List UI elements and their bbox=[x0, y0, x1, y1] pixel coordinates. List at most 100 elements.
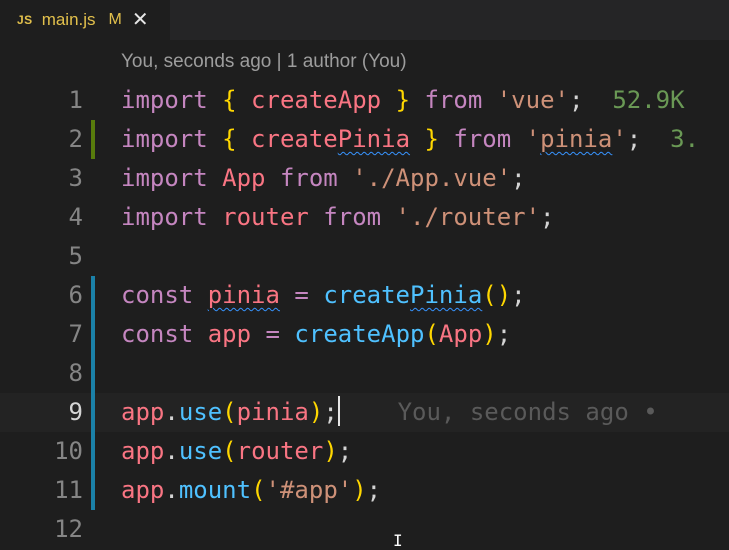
code-token: . bbox=[164, 476, 179, 504]
code-token: pinia bbox=[540, 125, 613, 153]
code-token: use bbox=[178, 437, 223, 465]
line-number: 7 bbox=[68, 320, 83, 348]
line-number: 8 bbox=[68, 359, 83, 387]
code-token: import bbox=[121, 164, 208, 192]
code-token: ) bbox=[496, 281, 512, 309]
tab-filename: main.js bbox=[41, 10, 96, 29]
code-token: router bbox=[207, 203, 324, 231]
code-line[interactable]: 6 const pinia = createPinia(); bbox=[0, 276, 729, 315]
code-text[interactable]: app.mount('#app'); bbox=[121, 471, 381, 510]
code-token: app bbox=[121, 398, 165, 426]
tab-main-js[interactable]: JS main.js M ✕ bbox=[0, 0, 170, 40]
code-line[interactable]: 3 import App from './App.vue'; bbox=[0, 159, 729, 198]
code-token: app bbox=[121, 476, 165, 504]
code-line[interactable]: 9 app.use(pinia); You, seconds ago • bbox=[0, 393, 729, 432]
code-text[interactable]: import { createApp } from 'vue'; 52.9K bbox=[121, 81, 685, 120]
code-token: const bbox=[121, 281, 194, 309]
code-token: app bbox=[207, 320, 252, 348]
code-token: app bbox=[121, 437, 165, 465]
code-token: create bbox=[236, 125, 338, 153]
code-text[interactable]: app.use(pinia); You, seconds ago • bbox=[121, 393, 658, 432]
inline-blame-spacer bbox=[340, 398, 398, 426]
code-token: router bbox=[236, 437, 324, 465]
code-token: from bbox=[323, 203, 382, 231]
code-line[interactable]: 10 app.use(router); bbox=[0, 432, 729, 471]
code-token: create bbox=[323, 281, 411, 309]
line-number: 12 bbox=[54, 515, 83, 543]
code-token: use bbox=[178, 398, 223, 426]
code-token: ; bbox=[511, 164, 526, 192]
code-token: { bbox=[222, 125, 237, 153]
code-token: from bbox=[453, 125, 512, 153]
code-token: ; bbox=[496, 320, 512, 348]
line-number: 3 bbox=[68, 164, 83, 192]
modified-indicator: M bbox=[108, 11, 122, 28]
code-token: } bbox=[424, 125, 439, 153]
code-line[interactable]: 11 app.mount('#app'); bbox=[0, 471, 729, 510]
inline-blame: You, seconds ago • bbox=[397, 398, 658, 426]
code-token: . bbox=[164, 437, 179, 465]
code-token: App bbox=[207, 164, 280, 192]
line-number: 2 bbox=[68, 125, 83, 153]
code-text[interactable]: import router from './router'; bbox=[121, 198, 555, 237]
code-line[interactable]: 7 const app = createApp(App); bbox=[0, 315, 729, 354]
code-token: ( bbox=[222, 398, 237, 426]
code-token: Pinia bbox=[410, 281, 483, 309]
code-token: 3. bbox=[641, 125, 700, 153]
code-token: ; bbox=[511, 281, 526, 309]
code-text[interactable]: app.use(router); bbox=[121, 432, 352, 471]
code-token: import bbox=[121, 86, 208, 114]
line-number: 9 bbox=[68, 398, 83, 426]
code-line[interactable]: 2 import { createPinia } from 'pinia'; 3. bbox=[0, 120, 729, 159]
gutter-modified-bar bbox=[91, 276, 95, 510]
code-token: './App.vue' bbox=[352, 164, 512, 192]
code-token: ' bbox=[525, 125, 541, 153]
code-token: ( bbox=[482, 281, 497, 309]
code-token: = bbox=[294, 281, 309, 309]
code-text[interactable]: const pinia = createPinia(); bbox=[121, 276, 526, 315]
code-line[interactable]: 12 bbox=[0, 510, 729, 549]
line-number: 10 bbox=[54, 437, 83, 465]
code-token: './router' bbox=[395, 203, 541, 231]
code-line[interactable]: 5 bbox=[0, 237, 729, 276]
code-token: ( bbox=[424, 320, 439, 348]
close-icon[interactable]: ✕ bbox=[132, 10, 149, 30]
code-token: ; bbox=[337, 437, 353, 465]
code-token: { bbox=[222, 86, 237, 114]
code-token: 'vue' bbox=[496, 86, 569, 114]
text-cursor-icon: I bbox=[393, 531, 403, 550]
code-token: Pinia bbox=[337, 125, 411, 153]
code-text[interactable]: import App from './App.vue'; bbox=[121, 159, 526, 198]
code-token: '#app' bbox=[265, 476, 353, 504]
code-line[interactable]: 1 import { createApp } from 'vue'; 52.9K bbox=[0, 81, 729, 120]
javascript-file-icon: JS bbox=[17, 13, 33, 27]
code-token: pinia bbox=[236, 398, 309, 426]
line-number: 11 bbox=[54, 476, 83, 504]
line-number: 4 bbox=[68, 203, 83, 231]
code-text[interactable]: import { createPinia } from 'pinia'; 3. bbox=[121, 120, 699, 159]
code-token: ' bbox=[612, 125, 627, 153]
code-token: } bbox=[395, 86, 411, 114]
code-token: ) bbox=[323, 437, 338, 465]
code-token: App bbox=[438, 320, 483, 348]
code-line[interactable]: 4 import router from './router'; bbox=[0, 198, 729, 237]
code-token: ) bbox=[352, 476, 367, 504]
codelens-blame[interactable]: You, seconds ago | 1 author (You) bbox=[121, 51, 407, 73]
code-line[interactable]: 8 bbox=[0, 354, 729, 393]
code-token: ; bbox=[626, 125, 642, 153]
code-token: ( bbox=[222, 437, 237, 465]
code-text[interactable]: const app = createApp(App); bbox=[121, 315, 511, 354]
code-token: createApp bbox=[236, 86, 396, 114]
code-token: import bbox=[121, 125, 208, 153]
